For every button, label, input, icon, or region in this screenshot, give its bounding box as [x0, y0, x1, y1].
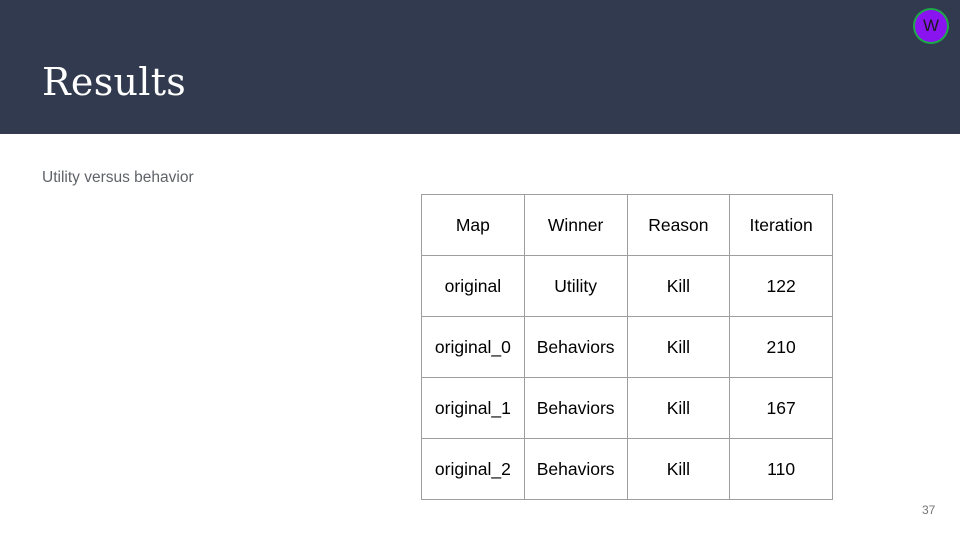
slide-subtitle: Utility versus behavior	[42, 169, 194, 186]
header-iteration: Iteration	[729, 194, 833, 256]
header-reason: Reason	[626, 194, 731, 256]
cell-winner: Behaviors	[523, 316, 628, 378]
cell-reason: Kill	[626, 377, 731, 439]
cell-map: original_2	[421, 438, 525, 500]
table-row: original Utility Kill 122	[421, 255, 833, 317]
cell-reason: Kill	[626, 438, 731, 500]
cell-reason: Kill	[626, 316, 731, 378]
table-row: original_0 Behaviors Kill 210	[421, 316, 833, 378]
header-winner: Winner	[523, 194, 628, 256]
cell-map: original_1	[421, 377, 525, 439]
cell-winner: Behaviors	[523, 377, 628, 439]
cell-winner: Utility	[523, 255, 628, 317]
header-map: Map	[421, 194, 525, 256]
cell-map: original_0	[421, 316, 525, 378]
page-number: 37	[922, 503, 936, 517]
results-table: Map Winner Reason Iteration original Uti…	[421, 194, 833, 500]
cell-map: original	[421, 255, 525, 317]
cell-winner: Behaviors	[523, 438, 628, 500]
cell-reason: Kill	[626, 255, 731, 317]
table-row: original_1 Behaviors Kill 167	[421, 377, 833, 439]
slide-title: Results	[42, 60, 187, 104]
cell-iteration: 122	[729, 255, 833, 317]
cell-iteration: 210	[729, 316, 833, 378]
cell-iteration: 110	[729, 438, 833, 500]
user-avatar[interactable]: W	[915, 10, 947, 42]
cell-iteration: 167	[729, 377, 833, 439]
table-row: original_2 Behaviors Kill 110	[421, 438, 833, 500]
table-header-row: Map Winner Reason Iteration	[421, 194, 833, 256]
